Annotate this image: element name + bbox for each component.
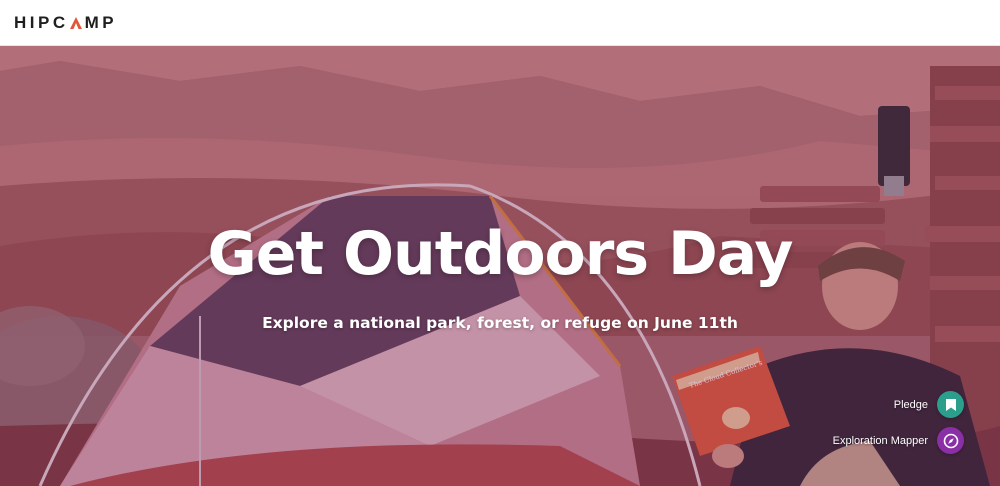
pledge-button[interactable] bbox=[937, 391, 964, 418]
tent-logo-icon bbox=[69, 17, 82, 29]
hipcamp-logo[interactable]: HIPC MP bbox=[14, 13, 117, 33]
exploration-mapper-button[interactable] bbox=[937, 427, 964, 454]
exploration-mapper-label: Exploration Mapper bbox=[832, 434, 928, 447]
hero-subtitle: Explore a national park, forest, or refu… bbox=[262, 314, 738, 332]
top-nav-bar: HIPC MP bbox=[0, 0, 1000, 46]
hero-banner: The Cloud Collector's Get Outdoors Day E… bbox=[0, 46, 1000, 486]
bookmark-icon bbox=[945, 398, 956, 411]
exploration-mapper-action[interactable]: Exploration Mapper bbox=[833, 427, 964, 454]
logo-text-left: HIPC bbox=[14, 13, 69, 32]
hero-title: Get Outdoors Day bbox=[207, 219, 793, 289]
logo-text-right: MP bbox=[84, 13, 118, 32]
pledge-label: Pledge bbox=[893, 398, 928, 411]
compass-icon bbox=[943, 433, 958, 448]
pledge-action[interactable]: Pledge bbox=[894, 391, 964, 418]
